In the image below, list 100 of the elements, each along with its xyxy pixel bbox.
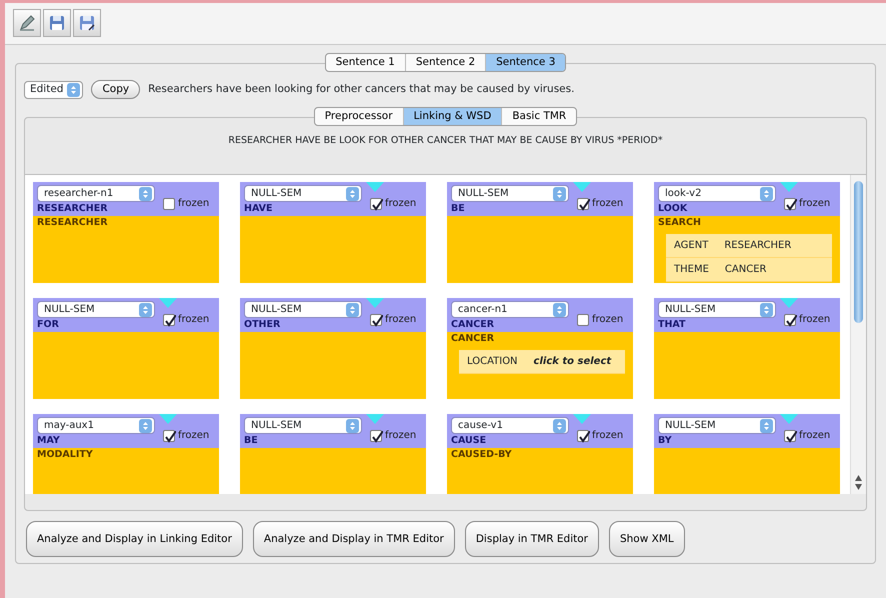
- stepper-icon: [760, 418, 773, 432]
- word-label: CAUSE: [451, 435, 486, 447]
- tab[interactable]: Sentence 3: [486, 54, 566, 71]
- checkbox-label: frozen: [592, 197, 624, 211]
- stepper-icon: [760, 302, 773, 316]
- checkbox-label: frozen: [178, 313, 210, 327]
- word-label: LOOK: [658, 203, 688, 215]
- sense-select[interactable]: NULL-SEM: [451, 185, 569, 202]
- concept-label: CAUSED-BY: [450, 448, 513, 462]
- frozen-checkbox[interactable]: [163, 314, 175, 326]
- word-label: FOR: [37, 319, 59, 331]
- stepper-icon: [553, 186, 566, 200]
- frozen-checkbox[interactable]: [163, 198, 175, 210]
- marker-icon: [780, 182, 798, 192]
- stepper-icon: [139, 418, 152, 432]
- marker-icon: [366, 298, 384, 308]
- stepper-icon: [346, 302, 359, 316]
- frozen-checkbox[interactable]: [784, 198, 796, 210]
- sense-select[interactable]: NULL-SEM: [244, 417, 362, 434]
- marker-icon: [573, 414, 591, 424]
- tab[interactable]: Basic TMR: [502, 108, 576, 125]
- frozen-checkbox[interactable]: [163, 430, 175, 442]
- scroll-down-icon[interactable]: [855, 484, 862, 490]
- marker-icon: [573, 182, 591, 192]
- sentence-text: Researchers have been looking for other cancers that may be caused by viruses.: [148, 82, 574, 97]
- checkbox-label: frozen: [592, 429, 624, 443]
- sense-select[interactable]: NULL-SEM: [37, 301, 155, 318]
- stepper-icon: [67, 82, 80, 96]
- word-label: BE: [451, 203, 465, 215]
- stepper-icon: [139, 302, 152, 316]
- value-link[interactable]: click to select: [534, 354, 612, 369]
- checkbox-label: frozen: [178, 197, 210, 211]
- lemma-sentence: RESEARCHER HAVE BE LOOK FOR OTHER CANCER THAT MAY BE CAUSE BY VIRUS *PERIOD*: [227, 134, 664, 148]
- frozen-checkbox[interactable]: [577, 198, 589, 210]
- property-name: THEME: [674, 263, 709, 277]
- disk-button[interactable]: [43, 9, 71, 37]
- frozen-checkbox[interactable]: [370, 314, 382, 326]
- action-button[interactable]: Analyze and Display in Linking Editor: [26, 521, 243, 557]
- marker-icon: [159, 298, 177, 308]
- concept-label: RESEARCHER: [36, 216, 109, 230]
- word-label: MAY: [37, 435, 60, 447]
- checkbox-label: frozen: [385, 313, 416, 327]
- sense-select[interactable]: researcher-n1: [37, 185, 155, 202]
- action-button[interactable]: Analyze and Display in TMR Editor: [252, 521, 455, 557]
- property-value: RESEARCHER: [724, 239, 792, 253]
- stepper-icon: [760, 186, 773, 200]
- marker-icon: [366, 182, 384, 192]
- word-label: BE: [244, 435, 258, 447]
- sense-select[interactable]: may-aux1: [37, 417, 155, 434]
- stepper-icon: [139, 186, 152, 200]
- sense-select[interactable]: NULL-SEM: [244, 185, 362, 202]
- word-label: HAVE: [244, 203, 272, 215]
- sense-select[interactable]: NULL-SEM: [244, 301, 362, 318]
- marker-icon: [780, 298, 798, 308]
- sense-select[interactable]: look-v2: [658, 185, 776, 202]
- checkbox-label: frozen: [385, 197, 416, 211]
- checkbox-label: frozen: [385, 429, 416, 443]
- mode-select[interactable]: Edited: [24, 80, 84, 98]
- marker-icon: [780, 414, 798, 424]
- concept-label: CANCER: [450, 332, 496, 346]
- property-name: LOCATION: [467, 355, 518, 369]
- frozen-checkbox[interactable]: [370, 430, 382, 442]
- vertical-scrollbar[interactable]: [850, 175, 866, 494]
- frozen-checkbox[interactable]: [577, 314, 589, 326]
- word-label: RESEARCHER: [37, 203, 108, 215]
- checkbox-label: frozen: [592, 313, 624, 327]
- frozen-checkbox[interactable]: [577, 430, 589, 442]
- sense-select[interactable]: cancer-n1: [451, 301, 569, 318]
- action-button[interactable]: Show XML: [608, 521, 685, 557]
- stepper-icon: [553, 302, 566, 316]
- word-label: CANCER: [451, 319, 494, 331]
- frozen-checkbox[interactable]: [784, 430, 796, 442]
- frozen-checkbox[interactable]: [784, 314, 796, 326]
- action-button[interactable]: Display in TMR Editor: [464, 521, 599, 557]
- checkbox-label: frozen: [799, 197, 830, 211]
- word-label: BY: [658, 435, 672, 447]
- stepper-icon: [553, 418, 566, 432]
- marker-icon: [366, 414, 384, 424]
- copy-button[interactable]: Copy: [91, 80, 140, 99]
- disk-button[interactable]: [73, 9, 101, 37]
- marker-icon: [159, 414, 177, 424]
- stepper-icon: [346, 418, 359, 432]
- sense-select[interactable]: cause-v1: [451, 417, 569, 434]
- concept-label: SEARCH: [657, 216, 702, 230]
- frozen-checkbox[interactable]: [370, 198, 382, 210]
- stepper-icon: [346, 186, 359, 200]
- property-value: CANCER: [724, 263, 766, 277]
- property-name: AGENT: [674, 239, 708, 253]
- scroll-up-icon[interactable]: [855, 475, 862, 481]
- checkbox-label: frozen: [799, 429, 830, 443]
- sense-select[interactable]: NULL-SEM: [658, 301, 776, 318]
- word-label: OTHER: [244, 319, 280, 331]
- tab[interactable]: Linking & WSD: [404, 108, 502, 125]
- checkbox-label: frozen: [799, 313, 830, 327]
- word-label: THAT: [658, 319, 686, 331]
- pencil-icon: [18, 14, 36, 32]
- tab[interactable]: Sentence 1: [326, 54, 406, 71]
- concept-label: MODALITY: [36, 448, 94, 462]
- sense-select[interactable]: NULL-SEM: [658, 417, 776, 434]
- pencil-button[interactable]: [13, 9, 41, 37]
